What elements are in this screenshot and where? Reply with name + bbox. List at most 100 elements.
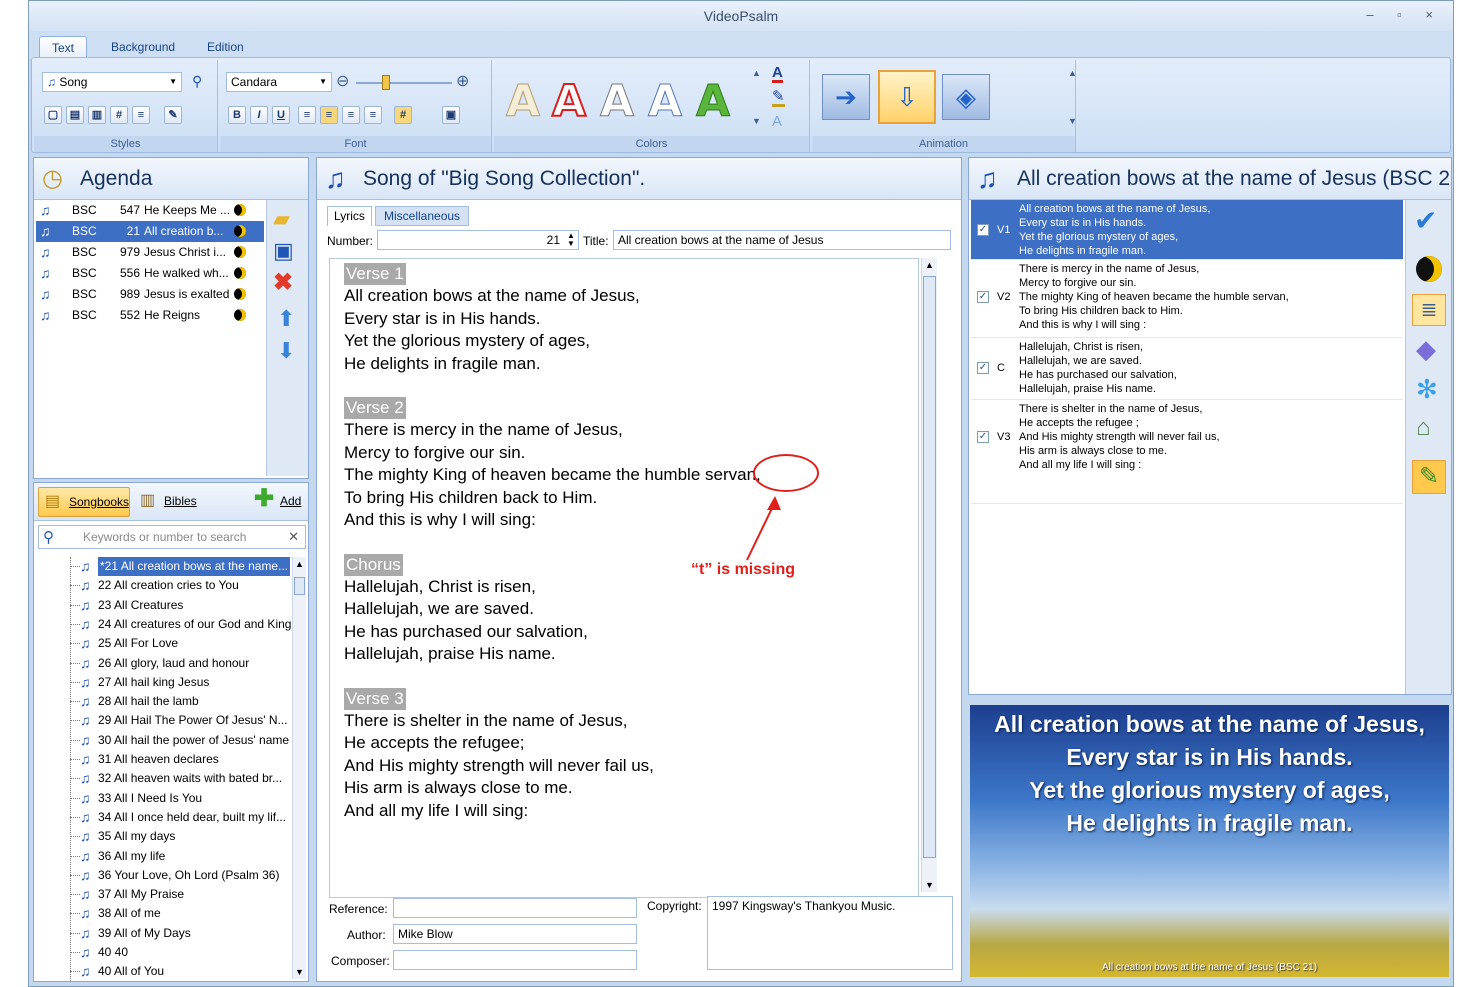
tree-item[interactable]: ♫ 38 All of me [36,904,292,923]
pin-icon[interactable]: ⚲ [192,73,202,90]
scroll-down-icon[interactable]: ▼ [1068,116,1077,126]
grid-button[interactable]: # [394,106,412,124]
tree-item[interactable]: ♫ 40 40 [36,943,292,962]
author-field[interactable]: Mike Blow [393,924,637,944]
move-down-icon[interactable]: ⬇ [277,338,295,364]
tree-item[interactable]: ♫ 30 All hail the power of Jesus' name [36,731,292,750]
reference-field[interactable] [393,898,637,918]
number-stepper-icon[interactable]: ▲ ▼ [567,232,575,248]
tree-item[interactable]: ♫ 39 All of My Days [36,924,292,943]
zoom-in-icon[interactable]: ⊕ [456,71,469,91]
scroll-up-icon[interactable]: ▲ [295,559,304,569]
color-style-red-icon[interactable]: A [551,77,587,127]
window-controls[interactable]: – ▫ × [1366,1,1443,29]
style-button-4[interactable]: # [110,106,128,124]
scroll-thumb[interactable] [923,276,936,858]
snowflake-icon[interactable]: ✻ [1416,374,1438,405]
bold-button[interactable]: B [228,106,246,124]
clipboard-icon[interactable]: ▣ [442,106,460,124]
open-folder-icon[interactable]: ▰ [273,206,290,232]
agenda-row[interactable]: ♫ BSC 556 He walked wh... [36,263,264,284]
font-color-icon[interactable]: A [772,65,783,83]
tree-item[interactable]: ♫ 36 All my life [36,847,292,866]
tree-scrollbar[interactable]: ▲ ▼ [292,557,306,979]
lyrics-scrollbar[interactable]: ▲ ▼ [921,258,937,892]
search-input[interactable]: Keywords or number to search [83,530,246,544]
tree-item[interactable]: ♫ 27 All hail king Jesus [36,673,292,692]
color-style-cream-icon[interactable]: A [505,77,540,126]
zoom-animation-icon[interactable]: ◈ [942,74,990,120]
tree-item[interactable]: ♫ 31 All heaven declares [36,750,292,769]
align-left-button[interactable]: ≡ [298,106,316,124]
move-up-icon[interactable]: ⬆ [277,306,295,332]
style-button-1[interactable]: ▢ [44,106,62,124]
scroll-up-icon[interactable]: ▲ [752,68,761,78]
tree-item[interactable]: ♫ 37 All My Praise [36,885,292,904]
checkmark-icon[interactable]: ✔ [1414,204,1437,237]
scroll-up-icon[interactable]: ▲ [925,260,934,270]
agenda-row[interactable]: ♫ BSC 552 He Reigns [36,305,264,326]
style-button-5[interactable]: ≡ [132,106,150,124]
scroll-down-icon[interactable]: ▼ [295,967,304,977]
style-button-3[interactable]: ▥ [88,106,106,124]
songbooks-button[interactable]: ▤ Songbooks [38,487,130,517]
align-center-button[interactable]: ≡ [320,106,338,124]
font-size-slider[interactable] [356,82,452,84]
slide-item[interactable]: ✓ V2 There is mercy in the name of Jesus, M… [971,260,1403,338]
slide-item[interactable]: ✓ V3 There is shelter in the name of Jesus… [971,400,1403,504]
justify-button[interactable]: ≡ [364,106,382,124]
tree-item[interactable]: ♫ 29 All Hail The Power Of Jesus' N... [36,711,292,730]
tab-miscellaneous[interactable]: Miscellaneous [375,206,470,226]
agenda-row[interactable]: ♫ BSC 989 Jesus is exalted [36,284,264,305]
color-style-gray-icon[interactable]: A [599,77,634,126]
color-style-blue-icon[interactable]: A [647,77,682,126]
tree-item[interactable]: ♫ *21 All creation bows at the name... [36,557,292,576]
font-combo[interactable]: Candara ▼ [226,72,332,92]
color-style-green-icon[interactable]: A [695,77,730,126]
style-combo[interactable]: ♫ Song ▼ [42,72,182,92]
presentation-icon[interactable]: ⌂ [1416,414,1431,442]
tab-text[interactable]: Text [39,36,88,59]
highlight-icon[interactable]: ✎ [772,89,785,107]
tree-item[interactable]: ♫ 33 All I Need Is You [36,789,292,808]
tree-item[interactable]: ♫ 36 Your Love, Oh Lord (Psalm 36) [36,866,292,885]
bibles-button[interactable]: ▥ Bibles [136,487,206,517]
lyrics-editor[interactable]: Verse 1 All creation bows at the name of … [329,258,919,898]
brush-icon[interactable]: ✎ [164,106,182,124]
tab-background[interactable]: Background [99,36,187,59]
tab-edition[interactable]: Edition [195,36,256,59]
tree-item[interactable]: ♫ 32 All heaven waits with bated br... [36,769,292,788]
tree-item[interactable]: ♫ 34 All I once held dear, built my lif..… [36,808,292,827]
outline-color-icon[interactable]: A [772,114,782,129]
slide-checkbox[interactable]: ✓ [977,224,989,236]
add-button[interactable]: ✚ Add [252,485,308,517]
clear-search-icon[interactable]: ✕ [288,529,299,545]
slide-checkbox[interactable]: ✓ [977,362,989,374]
copyright-field[interactable]: 1997 Kingsway's Thankyou Music. [707,896,953,970]
scroll-thumb[interactable] [294,577,305,595]
tree-item[interactable]: ♫ 24 All creatures of our God and King [36,615,292,634]
slide-preview[interactable]: All creation bows at the name of Jesus, … [970,705,1449,977]
tree-item[interactable]: ♫ 25 All For Love [36,634,292,653]
tree-item[interactable]: ♫ 22 All creation cries to You [36,576,292,595]
agenda-row[interactable]: ♫ BSC 21 All creation b... [36,221,264,242]
tree-item[interactable]: ♫ 23 All Creatures [36,596,292,615]
delete-icon[interactable]: ✖ [273,268,293,297]
slide-checkbox[interactable]: ✓ [977,291,989,303]
slide-right-animation-icon[interactable]: ➔ [822,74,870,120]
slide-checkbox[interactable]: ✓ [977,431,989,443]
slide-item[interactable]: ✓ C Hallelujah, Christ is risen, Hallelujah… [971,338,1403,400]
edit-pencil-icon[interactable]: ✎ [1412,460,1446,494]
scroll-down-icon[interactable]: ▼ [925,880,934,890]
tree-item[interactable]: ♫ 35 All my days [36,827,292,846]
style-button-2[interactable]: ▤ [66,106,84,124]
tree-item[interactable]: ♫ 40 All of You [36,962,292,981]
text-align-icon[interactable]: ≣ [1412,294,1446,326]
tree-item[interactable]: ♫ 28 All hail the lamb [36,692,292,711]
slide-item[interactable]: ✓ V1 All creation bows at the name of Jesu… [971,200,1403,260]
title-field[interactable]: All creation bows at the name of Jesus [613,230,951,250]
underline-button[interactable]: U [272,106,290,124]
align-right-button[interactable]: ≡ [342,106,360,124]
scroll-up-icon[interactable]: ▲ [1068,68,1077,78]
slide-down-animation-icon[interactable]: ⇩ [878,70,936,124]
